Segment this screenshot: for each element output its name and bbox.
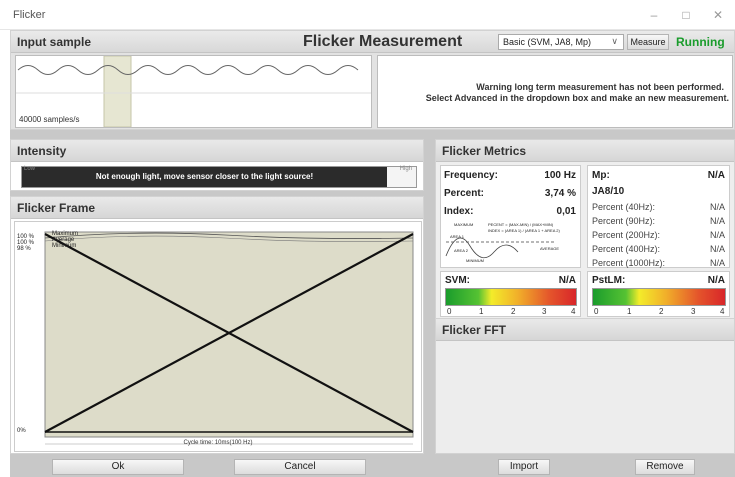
warning-line-2: Select Advanced in the dropdown box and …: [425, 93, 729, 103]
legend-minimum: Minimum: [52, 243, 77, 249]
mode-select[interactable]: Basic (SVM, JA8, Mp) ∨: [498, 34, 624, 50]
pstlm-tick-1: 1: [627, 307, 632, 316]
status-label: Running: [676, 35, 725, 49]
input-sample-header: Input sample Flicker Measurement Basic (…: [11, 31, 734, 53]
diagram-index-formula: INDEX = (AREA 1) / (AREA 1 + AREA 2): [488, 228, 560, 233]
svm-scale: [445, 288, 577, 306]
svm-tick-3: 3: [542, 307, 547, 316]
percent-90-value: N/A: [709, 216, 725, 226]
percent-40-value: N/A: [709, 202, 725, 212]
diagram-minimum: MINIMUM: [466, 258, 484, 263]
ok-button[interactable]: Ok: [52, 459, 184, 475]
ja8-label: JA8/10: [592, 186, 625, 197]
diagram-area1: AREA 1: [450, 234, 465, 239]
cycle-time-label: Cycle time: 10ms(100 Hz): [183, 440, 253, 446]
svm-box: SVM: N/A 0 1 2 3 4: [440, 271, 581, 317]
pstlm-tick-0: 0: [594, 307, 599, 316]
flicker-formula-diagram: MAXIMUM PECENT = (MAX-MIN) / (MAX+MIN) I…: [444, 222, 579, 266]
flicker-fft-title: Flicker FFT: [442, 323, 507, 337]
page-title: Flicker Measurement: [303, 33, 463, 50]
window-titlebar: Flicker – □ ✕: [0, 0, 735, 30]
flicker-frame-plot: 100 % 100 % 98 % 0% Maximum Average Mini…: [14, 221, 422, 452]
flicker-frame-svg: [44, 231, 414, 445]
svm-tick-1: 1: [479, 307, 484, 316]
svm-label: SVM:: [445, 275, 470, 286]
client-area: Input sample Flicker Measurement Basic (…: [10, 30, 735, 477]
metrics-left-box: Frequency: 100 Hz Percent: 3,74 % Index:…: [440, 165, 581, 268]
pstlm-tick-4: 4: [720, 307, 725, 316]
mp-label: Mp:: [592, 170, 610, 181]
flicker-metrics-header: Flicker Metrics: [436, 140, 734, 162]
frequency-label: Frequency:: [444, 170, 498, 181]
y-label-98: 98 %: [17, 246, 31, 252]
remove-button[interactable]: Remove: [635, 459, 695, 475]
percent-value: 3,74 %: [544, 188, 576, 199]
flicker-frame-header: Flicker Frame: [11, 197, 423, 219]
svm-tick-4: 4: [571, 307, 576, 316]
input-sample-title: Input sample: [17, 35, 92, 49]
close-icon[interactable]: ✕: [704, 6, 732, 24]
intensity-message: Not enough light, move sensor closer to …: [95, 172, 314, 181]
input-sample-waveform: 40000 samples/s: [15, 55, 372, 128]
percent-1000-label: Percent (1000Hz):: [592, 258, 666, 268]
percent-400-value: N/A: [709, 244, 725, 254]
svm-tick-0: 0: [447, 307, 452, 316]
warning-box: Warning long term measurement has not be…: [377, 55, 733, 128]
flicker-fft-header: Flicker FFT: [436, 319, 734, 341]
pstlm-value: N/A: [707, 275, 725, 286]
minimize-icon[interactable]: –: [640, 6, 668, 24]
flicker-frame-panel: Flicker Frame 100 % 100 % 98 % 0% Maximu…: [10, 196, 424, 454]
percent-label: Percent:: [444, 188, 485, 199]
flicker-metrics-title: Flicker Metrics: [442, 144, 527, 158]
window-title: Flicker: [13, 9, 46, 21]
percent-1000-value: N/A: [709, 258, 725, 268]
diagram-maximum: MAXIMUM: [454, 222, 474, 227]
svm-value: N/A: [558, 275, 576, 286]
input-sample-panel: Input sample Flicker Measurement Basic (…: [10, 30, 735, 130]
y-label-0: 0%: [17, 428, 26, 434]
diagram-percent-formula: PECENT = (MAX-MIN) / (MAX+MIN): [488, 222, 554, 227]
intensity-title: Intensity: [17, 144, 67, 158]
index-label: Index:: [444, 206, 474, 217]
selection-window[interactable]: [103, 56, 132, 127]
pstlm-box: PstLM: N/A 0 1 2 3 4: [587, 271, 730, 317]
diagram-area2: AREA 2: [454, 248, 469, 253]
intensity-high-label: High: [399, 166, 412, 172]
flicker-fft-panel: Flicker FFT: [435, 318, 735, 454]
measure-button[interactable]: Measure: [627, 34, 669, 50]
svm-tick-2: 2: [511, 307, 516, 316]
intensity-panel: Intensity Low High Not enough light, mov…: [10, 139, 424, 191]
percent-200-value: N/A: [709, 230, 725, 240]
percent-40-label: Percent (40Hz):: [592, 202, 656, 212]
maximize-icon[interactable]: □: [672, 6, 700, 24]
percent-400-label: Percent (400Hz):: [592, 244, 661, 254]
diagram-average: AVERAGE: [540, 246, 560, 251]
pstlm-scale: [592, 288, 726, 306]
frequency-value: 100 Hz: [544, 170, 576, 181]
flicker-frame-title: Flicker Frame: [17, 201, 96, 215]
flicker-metrics-panel: Flicker Metrics Frequency: 100 Hz Percen…: [435, 139, 735, 319]
intensity-header: Intensity: [11, 140, 423, 162]
cancel-button[interactable]: Cancel: [234, 459, 366, 475]
intensity-bar: Low High Not enough light, move sensor c…: [21, 166, 417, 188]
mp-value: N/A: [707, 170, 725, 181]
mode-select-value: Basic (SVM, JA8, Mp): [503, 37, 592, 47]
metrics-right-box: Mp: N/A JA8/10 Percent (40Hz): N/A Perce…: [587, 165, 730, 268]
pstlm-label: PstLM:: [592, 275, 626, 286]
chevron-down-icon: ∨: [611, 36, 618, 46]
warning-line-1: Warning long term measurement has not be…: [476, 82, 724, 92]
index-value: 0,01: [556, 206, 576, 217]
pstlm-tick-2: 2: [659, 307, 664, 316]
waveform-line: [17, 65, 359, 75]
pstlm-tick-3: 3: [691, 307, 696, 316]
percent-200-label: Percent (200Hz):: [592, 230, 661, 240]
samples-rate-label: 40000 samples/s: [19, 115, 80, 124]
import-button[interactable]: Import: [498, 459, 550, 475]
percent-90-label: Percent (90Hz):: [592, 216, 656, 226]
